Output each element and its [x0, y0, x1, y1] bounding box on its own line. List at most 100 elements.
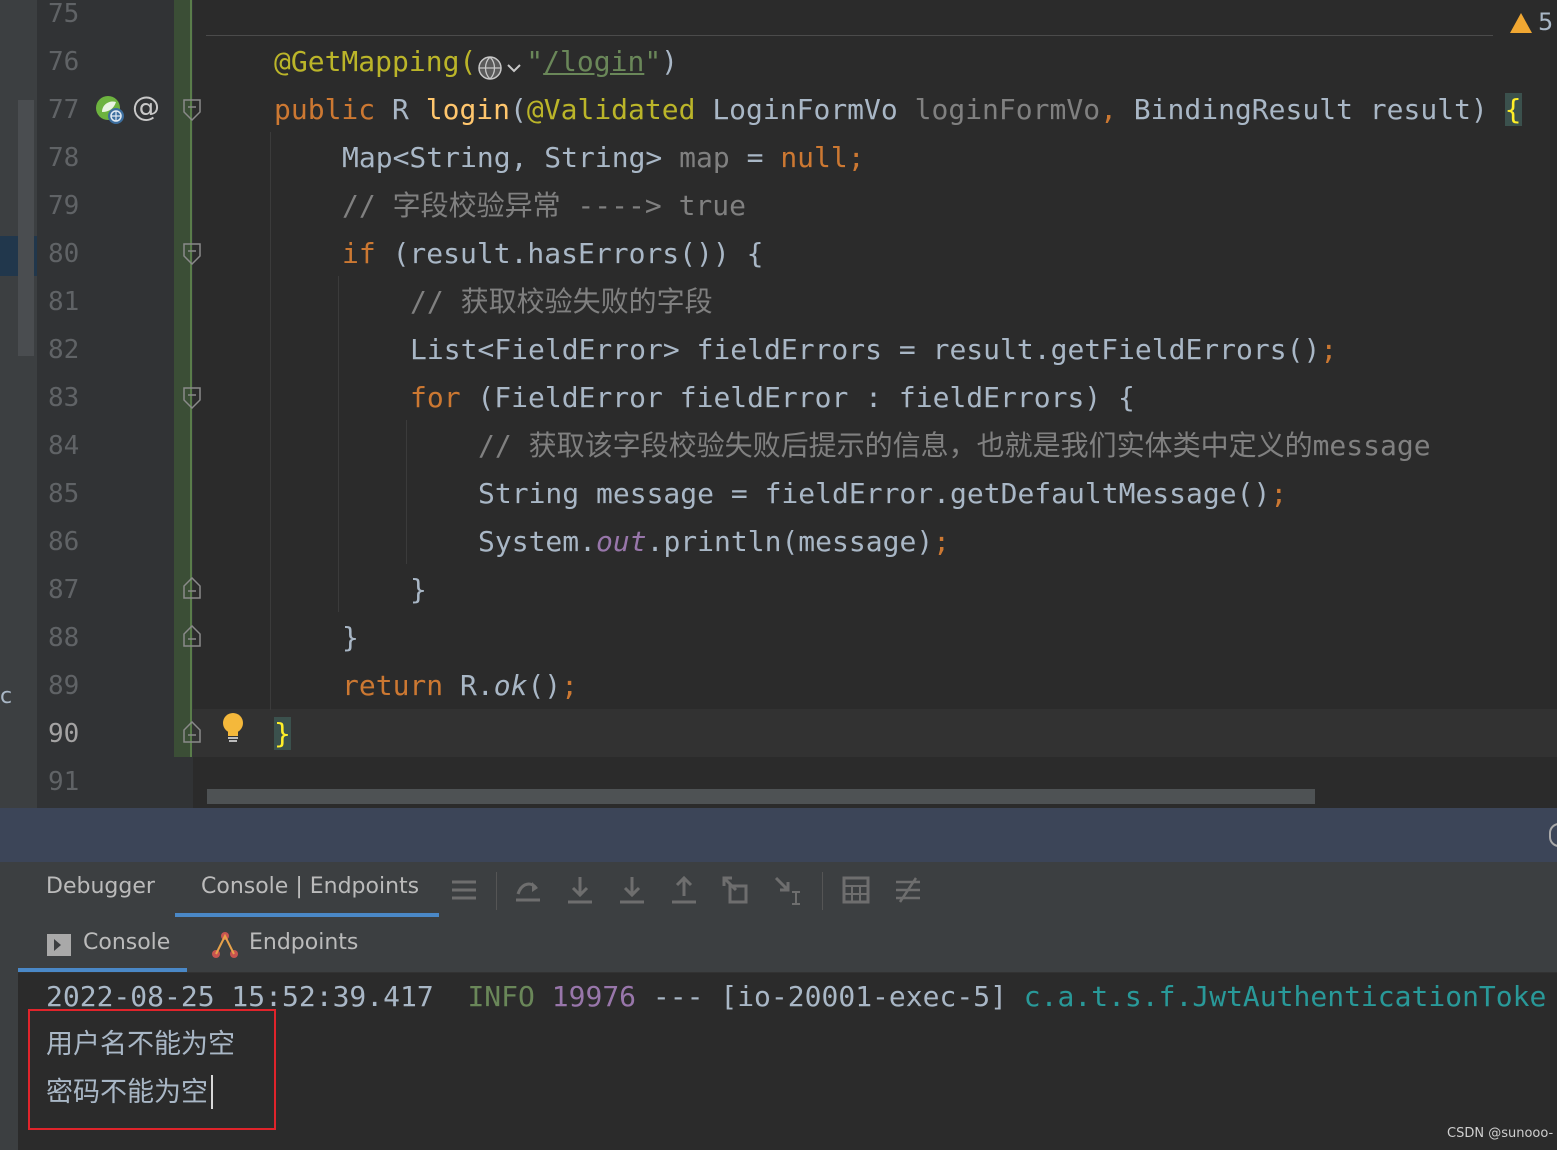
run-to-cursor-icon[interactable] [772, 874, 804, 906]
code-token: List<FieldError> fieldErrors = result.ge… [410, 333, 1321, 366]
fold-icon[interactable] [183, 243, 201, 265]
keyword-token: return [342, 669, 444, 702]
lightbulb-icon[interactable] [220, 712, 246, 744]
subtab-endpoints[interactable]: Endpoints [249, 930, 358, 955]
paren-token: ) [661, 45, 679, 78]
code-line-87[interactable]: } [410, 566, 427, 614]
semicolon-token: ; [847, 141, 865, 174]
subtab-console[interactable]: Console [83, 930, 170, 955]
log-pid: 19976 [551, 980, 637, 1013]
code-token: (result.hasErrors()) { [375, 237, 764, 270]
line-number: 79 [48, 191, 80, 221]
fold-icon[interactable] [183, 387, 201, 409]
tool-window-header[interactable] [0, 808, 1557, 862]
menu-icon[interactable] [448, 874, 480, 906]
line-number: 88 [48, 623, 80, 653]
line-number: 75 [48, 0, 80, 29]
line-number: 91 [48, 767, 80, 797]
code-line-76[interactable]: @GetMapping("/login") [274, 38, 678, 86]
code-line-85[interactable]: String message = fieldError.getDefaultMe… [478, 470, 1287, 518]
semicolon-token: ; [933, 525, 951, 558]
code-token: () [527, 669, 562, 702]
tab-debugger[interactable]: Debugger [46, 874, 155, 904]
type-token: R [375, 93, 426, 126]
toolbar-separator [822, 872, 823, 910]
code-line-78[interactable]: Map<String, String> map = null; [342, 134, 865, 182]
current-line-highlight [193, 709, 1557, 757]
indent-guide [338, 276, 339, 612]
project-panel-char: c [0, 684, 13, 709]
code-line-80[interactable]: if (result.hasErrors()) { [342, 230, 763, 278]
static-method-token: ok [493, 669, 528, 702]
annotation-marker-icon[interactable]: @ [132, 90, 162, 126]
url-token[interactable]: /login [543, 45, 644, 78]
console-icon [47, 934, 71, 956]
method-name-token: login [425, 93, 511, 126]
tab-console-endpoints[interactable]: Console | Endpoints [201, 874, 419, 904]
type-token: LoginFormVo [695, 93, 915, 126]
code-line-89[interactable]: return R.ok(); [342, 662, 578, 710]
line-number: 80 [48, 239, 80, 269]
line-number: 87 [48, 575, 80, 605]
unused-var-token: map [679, 141, 730, 174]
operator-token: = [729, 141, 781, 174]
code-line-81[interactable]: // 获取校验失败的字段 [410, 278, 713, 326]
inspection-widget[interactable]: 5 [1510, 8, 1553, 38]
line-number-current: 90 [48, 719, 80, 749]
fold-icon[interactable] [183, 99, 201, 121]
log-logger-link[interactable]: c.a.t.s.f.JwtAuthenticationToke [1024, 980, 1547, 1013]
step-over-icon[interactable] [564, 874, 596, 906]
annotation-token: @GetMapping( [274, 45, 477, 78]
line-number: 82 [48, 335, 80, 365]
code-line-77[interactable]: public R login(@Validated LoginFormVo lo… [274, 86, 1522, 134]
line-number: 81 [48, 287, 80, 317]
project-panel-scrollbar[interactable] [18, 100, 34, 356]
line-number: 85 [48, 479, 80, 509]
line-number: 86 [48, 527, 80, 557]
warning-icon [1510, 13, 1532, 33]
fold-end-icon[interactable] [183, 625, 201, 647]
active-tab-indicator [175, 913, 439, 917]
code-line-90[interactable]: } [274, 710, 291, 758]
horizontal-scrollbar[interactable] [207, 789, 1315, 804]
log-thread: [io-20001-exec-5] [720, 980, 1007, 1013]
line-number: 78 [48, 143, 80, 173]
code-line-88[interactable]: } [342, 614, 359, 662]
code-line-84[interactable]: // 获取该字段校验失败后提示的信息，也就是我们实体类中定义的message [478, 422, 1431, 470]
fold-end-icon[interactable] [183, 577, 201, 599]
params-token: BindingResult result) [1116, 93, 1505, 126]
code-line-82[interactable]: List<FieldError> fieldErrors = result.ge… [410, 326, 1337, 374]
evaluate-expression-icon[interactable] [840, 874, 872, 906]
log-level: INFO [467, 980, 535, 1013]
matched-brace-token: { [1504, 93, 1522, 126]
step-out-icon[interactable] [668, 874, 700, 906]
warning-count: 5 [1538, 8, 1554, 36]
trace-icon[interactable] [892, 874, 924, 906]
active-subtab-indicator [18, 968, 187, 972]
drop-frame-icon[interactable] [720, 874, 752, 906]
semicolon-token: ; [561, 669, 579, 702]
code-editor[interactable]: c 75 76 77 78 79 80 81 82 83 84 85 86 87… [0, 0, 1557, 808]
type-token: Map<String, String> [342, 141, 680, 174]
show-execution-point-icon[interactable] [512, 874, 544, 906]
indent-guide [406, 420, 407, 564]
line-number: 76 [48, 47, 80, 77]
code-line-83[interactable]: for (FieldError fieldError : fieldErrors… [410, 374, 1135, 422]
fold-end-icon[interactable] [183, 721, 201, 743]
code-token: String message = fieldError.getDefaultMe… [478, 477, 1271, 510]
toolbar-separator [496, 872, 497, 910]
line-number: 84 [48, 431, 80, 461]
string-token: " [526, 45, 544, 78]
matched-brace-token: } [274, 717, 291, 750]
code-token: (FieldError fieldError : fieldErrors) { [460, 381, 1135, 414]
line-number: 83 [48, 383, 80, 413]
log-separator: --- [652, 980, 704, 1013]
code-line-79[interactable]: // 字段校验异常 ----> true [342, 182, 746, 230]
spring-endpoint-icon[interactable] [94, 94, 126, 126]
code-line-86[interactable]: System.out.println(message); [478, 518, 950, 566]
web-browser-icon[interactable] [476, 49, 526, 80]
step-into-icon[interactable] [616, 874, 648, 906]
code-token: R. [443, 669, 494, 702]
comma-token: , [1100, 93, 1117, 126]
indent-guide [270, 132, 271, 710]
